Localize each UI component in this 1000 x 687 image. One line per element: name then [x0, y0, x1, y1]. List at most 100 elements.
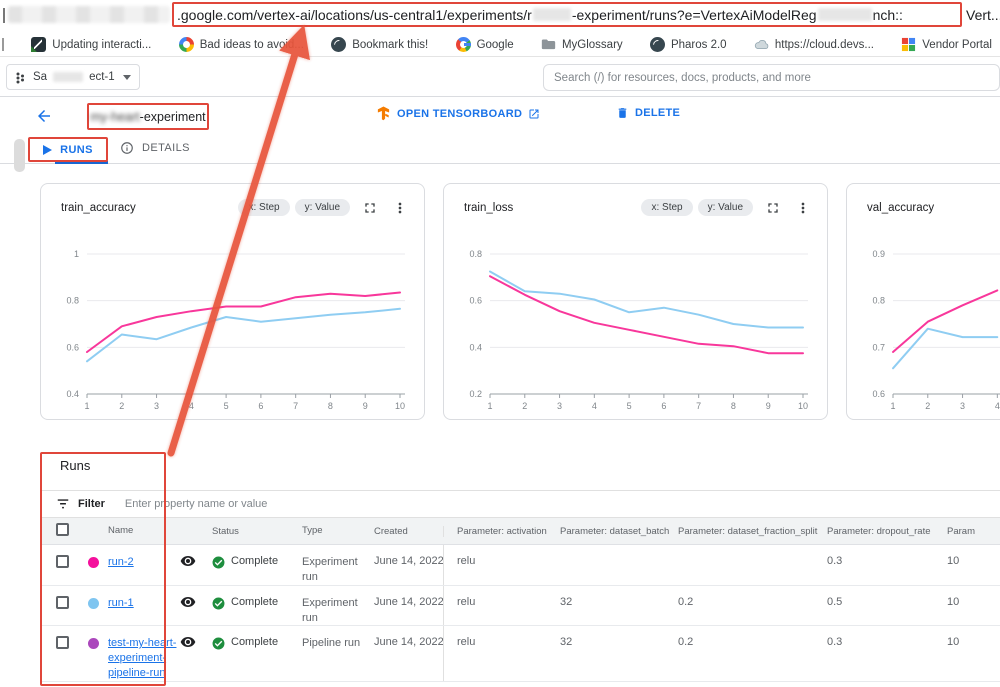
column-header-created[interactable]: Created	[374, 526, 443, 537]
param-dataset-batch-value: 32	[560, 586, 678, 626]
url-redacted-prefix	[8, 6, 170, 23]
delete-button[interactable]: DELETE	[616, 106, 680, 120]
svg-text:6: 6	[258, 401, 263, 411]
bookmark-pharos[interactable]: Pharos 2.0	[650, 37, 727, 52]
svg-text:6: 6	[661, 401, 666, 411]
bookmark-vendor-portal[interactable]: Vendor Portal	[901, 37, 992, 52]
column-header-status[interactable]: Status	[212, 526, 302, 537]
status-label: Complete	[231, 636, 278, 648]
chart-card-val-accuracy: val_accuracy x: Step y: Value 0.60.70.80…	[846, 183, 1000, 420]
tab-runs[interactable]: RUNS	[28, 137, 108, 162]
google-g-icon	[456, 37, 471, 52]
open-tensorboard-button[interactable]: OPEN TENSORBOARD	[376, 106, 540, 121]
url-text-3: nch::	[873, 7, 903, 23]
svg-text:0.9: 0.9	[872, 249, 885, 259]
svg-text:8: 8	[328, 401, 333, 411]
svg-text:1: 1	[487, 401, 492, 411]
feather-doc-icon	[31, 37, 46, 52]
run-name-link[interactable]: run-2	[108, 556, 134, 568]
param-epochs-value: 10	[947, 586, 1000, 626]
svg-text:2: 2	[119, 401, 124, 411]
column-header-dataset-batch[interactable]: Parameter: dataset_batch	[560, 526, 678, 537]
run-name-link[interactable]: run-1	[108, 597, 134, 609]
status-complete-icon	[212, 597, 225, 610]
svg-text:0.7: 0.7	[872, 342, 885, 352]
project-name-prefix: Sa	[33, 71, 47, 83]
svg-text:2: 2	[925, 401, 930, 411]
run-created-date: June 14, 2022	[374, 545, 443, 585]
status-label: Complete	[231, 555, 278, 567]
train-accuracy-chart: 0.40.60.8112345678910	[53, 230, 410, 422]
visibility-icon[interactable]	[180, 634, 196, 650]
y-axis-chip[interactable]: y: Value	[698, 199, 753, 216]
kebab-menu-icon[interactable]	[392, 200, 408, 216]
row-checkbox[interactable]	[56, 636, 69, 649]
svg-text:4: 4	[995, 401, 1000, 411]
back-arrow-icon[interactable]	[35, 107, 53, 125]
param-dropout-rate-value: 0.3	[827, 626, 947, 681]
vertex-ai-experiment-screen: .google.com/vertex-ai/locations/us-centr…	[0, 0, 1000, 687]
fullscreen-icon[interactable]	[765, 200, 781, 216]
bookmark-bad-ideas[interactable]: Bad ideas to avoid...	[179, 37, 304, 52]
bookmark-updating[interactable]: Updating interacti...	[31, 37, 151, 52]
kebab-menu-icon[interactable]	[795, 200, 811, 216]
runs-section-title: Runs	[60, 458, 90, 473]
url-redacted-mid-2	[818, 8, 872, 21]
svg-text:4: 4	[592, 401, 597, 411]
cloud-icon	[754, 37, 769, 52]
column-header-fraction-split[interactable]: Parameter: dataset_fraction_split	[678, 526, 827, 537]
svg-text:4: 4	[189, 401, 194, 411]
filter-input[interactable]	[123, 497, 423, 511]
chart-card-train-loss: train_loss x: Step y: Value 0.20.40.60.8…	[443, 183, 828, 420]
x-axis-chip[interactable]: x: Step	[641, 199, 692, 216]
svg-text:3: 3	[154, 401, 159, 411]
column-header-type[interactable]: Type	[302, 525, 374, 538]
tab-details[interactable]: DETAILS	[120, 141, 190, 155]
bookmark-myglossary[interactable]: MyGlossary	[541, 37, 623, 52]
bookmark-cloud-devs[interactable]: https://cloud.devs...	[754, 37, 874, 52]
chevron-down-icon	[123, 75, 131, 80]
search-input[interactable]	[544, 72, 999, 84]
visibility-icon[interactable]	[180, 594, 196, 610]
project-name-redacted	[53, 72, 83, 82]
column-header-dropout-rate[interactable]: Parameter: dropout_rate	[827, 526, 947, 537]
external-link-icon	[528, 108, 540, 120]
folder-icon	[541, 37, 556, 52]
run-color-dot	[88, 638, 99, 649]
bookmark-google[interactable]: Google	[456, 37, 514, 52]
status-complete-icon	[212, 637, 225, 650]
project-selector[interactable]: Sa ect-1	[6, 64, 140, 90]
dark-globe-icon	[650, 37, 665, 52]
status-label: Complete	[231, 596, 278, 608]
run-name-link[interactable]: test-my-heart-experiment-pipeline-run	[108, 637, 176, 679]
svg-text:1: 1	[890, 401, 895, 411]
bookmarks-bar: Updating interacti... Bad ideas to avoid…	[0, 33, 1000, 57]
row-checkbox[interactable]	[56, 555, 69, 568]
visibility-icon[interactable]	[180, 553, 196, 569]
svg-text:10: 10	[798, 401, 808, 411]
column-header-activation[interactable]: Parameter: activation	[443, 526, 560, 537]
param-activation-value: relu	[443, 586, 560, 626]
url-redacted-mid-1	[533, 8, 571, 21]
param-activation-value: relu	[443, 545, 560, 585]
browser-url-bar[interactable]: .google.com/vertex-ai/locations/us-centr…	[0, 0, 1000, 33]
run-type: Experiment run	[302, 545, 374, 585]
row-checkbox[interactable]	[56, 596, 69, 609]
play-icon	[43, 145, 52, 155]
bookmark-bookmark-this[interactable]: Bookmark this!	[331, 37, 428, 52]
svg-text:0.4: 0.4	[66, 389, 79, 399]
val-accuracy-chart: 0.60.70.80.912345678910	[859, 230, 1000, 422]
filter-bar: Filter	[40, 490, 1000, 518]
y-axis-chip[interactable]: y: Value	[295, 199, 350, 216]
svg-text:0.6: 0.6	[872, 389, 885, 399]
param-dataset-batch-value: 32	[560, 626, 678, 681]
svg-text:3: 3	[960, 401, 965, 411]
column-header-param-truncated[interactable]: Param	[947, 526, 1000, 537]
svg-text:0.6: 0.6	[469, 296, 482, 306]
select-all-checkbox[interactable]	[56, 523, 69, 536]
column-header-name[interactable]: Name	[108, 525, 180, 538]
filter-label: Filter	[78, 498, 105, 510]
redaction-strip	[14, 139, 25, 172]
x-axis-chip[interactable]: x: Step	[238, 199, 289, 216]
fullscreen-icon[interactable]	[362, 200, 378, 216]
